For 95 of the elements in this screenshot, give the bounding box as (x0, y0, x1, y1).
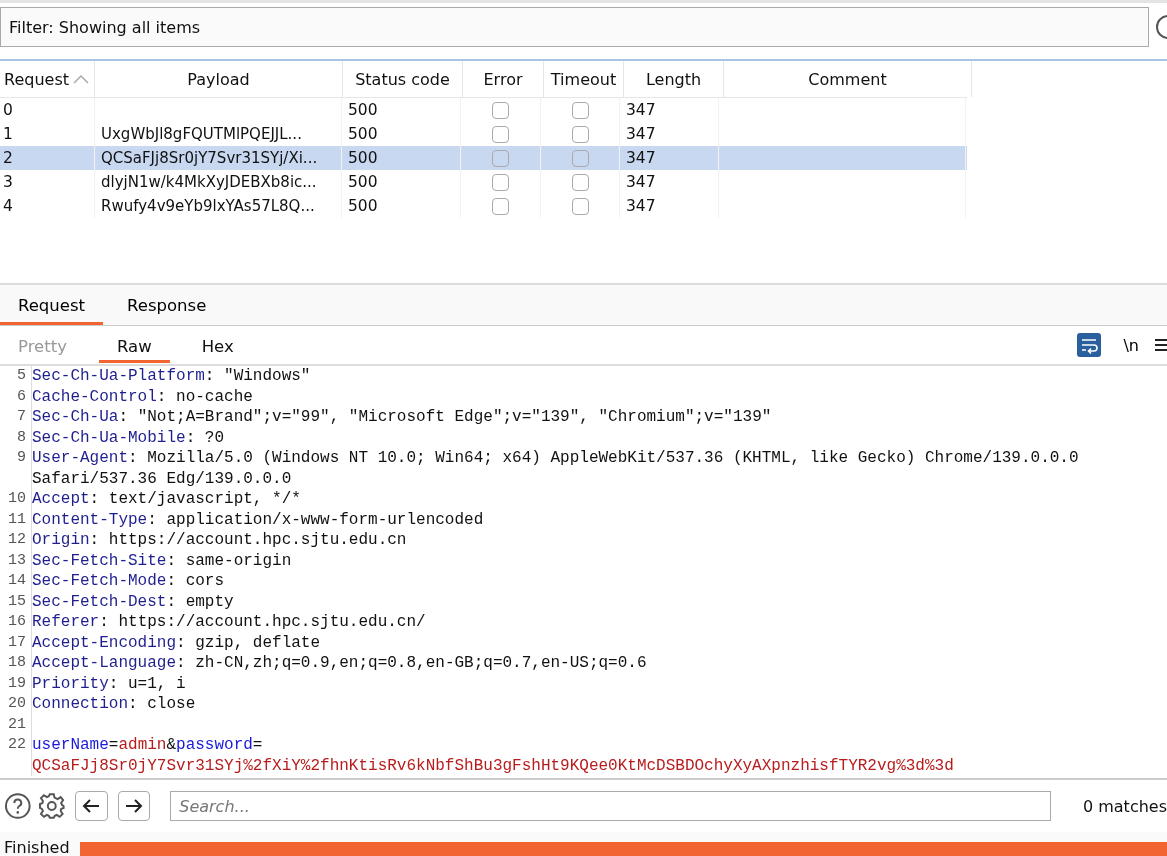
column-header[interactable]: Timeout (544, 61, 624, 97)
table-row[interactable]: 4 Rwufy4v9eYb9lxYAs57L8Q... 500 347 (0, 194, 967, 218)
table-cell: 2 (3, 149, 13, 167)
checkbox[interactable] (492, 197, 509, 215)
table-cell: 347 (626, 149, 656, 167)
line-number: 19 (0, 673, 32, 694)
line-number: 8 (0, 427, 32, 448)
match-count: 0 matches (1082, 796, 1167, 816)
code-line: Sec-Ch-Ua-Mobile: ?0 (32, 427, 225, 448)
table-cell: 500 (348, 149, 378, 167)
table-cell: 500 (348, 125, 378, 143)
code-line: Referer: https://account.hpc.sjtu.edu.cn/ (32, 612, 426, 633)
table-cell: Rwufy4v9eYb9lxYAs57L8Q... (101, 197, 315, 215)
tab[interactable]: Raw (98, 331, 170, 363)
line-number: 13 (0, 550, 32, 571)
table-cell: QCSaFJj8Sr0jY7Svr31SYj/Xi... (101, 149, 318, 167)
arrow-left-icon (82, 798, 101, 814)
table-cell: 347 (626, 197, 656, 215)
table-cell: 1 (3, 125, 13, 143)
code-line: Priority: u=1, i (32, 673, 186, 694)
checkbox[interactable] (571, 173, 589, 191)
line-number: 15 (0, 591, 32, 612)
code-line: Origin: https://account.hpc.sjtu.edu.cn (32, 530, 407, 551)
column-header[interactable]: Comment (724, 61, 972, 97)
table-cell: 500 (348, 101, 378, 119)
column-header[interactable]: Length (624, 61, 724, 97)
code-line: Sec-Fetch-Mode: cors (32, 571, 225, 592)
line-number: 22 (0, 735, 32, 756)
checkbox[interactable] (492, 101, 509, 119)
code-line: Accept: text/javascript, */* (32, 489, 301, 510)
code-line: Cache-Control: no-cache (32, 386, 253, 407)
help-icon[interactable] (1155, 14, 1167, 40)
line-number: 9 (0, 448, 32, 469)
checkbox[interactable] (492, 149, 509, 167)
line-number: 12 (0, 530, 32, 551)
line-number: 7 (0, 407, 32, 428)
filter-field[interactable]: Filter: Showing all items (0, 7, 1149, 47)
column-header[interactable]: Error (463, 61, 544, 97)
checkbox[interactable] (571, 149, 589, 167)
column-header[interactable]: Status code (343, 61, 463, 97)
table-cell: UxgWbJl8gFQUTMlPQEJJL... (101, 125, 302, 143)
code-line: Accept-Encoding: gzip, deflate (32, 632, 321, 653)
column-header[interactable]: Request (0, 61, 95, 97)
line-number: 16 (0, 612, 32, 633)
help-icon[interactable] (4, 792, 32, 820)
search-field[interactable]: Search... (170, 791, 1051, 821)
code-line: Accept-Language: zh-CN,zh;q=0.9,en;q=0.8,en-GB;q=0.7,en-US;q=0.6 (32, 653, 647, 674)
status-text: Finished (4, 840, 70, 856)
table-cell: 3 (3, 173, 13, 191)
table-row[interactable]: 2 QCSaFJj8Sr0jY7Svr31SYj/Xi... 500 347 (0, 146, 967, 170)
code-line: Sec-Fetch-Dest: empty (32, 591, 234, 612)
word-wrap-icon[interactable] (1077, 333, 1102, 357)
forward-button[interactable] (117, 791, 151, 821)
code-line: Sec-Ch-Ua-Platform: "Windows" (32, 366, 311, 387)
arrow-right-icon (124, 798, 143, 814)
code-line: Sec-Ch-Ua: "Not;A=Brand";v="99", "Microsoft Edge";v="139", "Chromium";v="139" (32, 407, 772, 428)
code-line: Safari/537.36 Edg/139.0.0.0 (32, 468, 292, 489)
line-number: 6 (0, 386, 32, 407)
line-number: 21 (0, 714, 32, 735)
menu-icon[interactable] (1155, 337, 1167, 353)
code-line: Connection: close (32, 694, 196, 715)
checkbox[interactable] (492, 173, 509, 191)
line-number: 17 (0, 632, 32, 653)
line-number: 18 (0, 653, 32, 674)
line-number: 10 (0, 489, 32, 510)
code-line: userName=admin&password= (32, 735, 263, 756)
line-number: 11 (0, 509, 32, 530)
line-number: 14 (0, 571, 32, 592)
checkbox[interactable] (571, 125, 589, 143)
table-cell: 347 (626, 173, 656, 191)
tab[interactable]: Request (0, 289, 104, 325)
back-button[interactable] (75, 791, 108, 821)
newline-toggle[interactable]: \n (1117, 334, 1145, 356)
tab[interactable]: Hex (183, 331, 252, 363)
table-row[interactable]: 0 500 347 (0, 98, 967, 122)
table-cell: dlyjN1w/k4MkXyJDEBXb8ic... (101, 173, 317, 191)
table-cell: 500 (348, 173, 378, 191)
table-cell: 347 (626, 101, 656, 119)
line-number: 20 (0, 694, 32, 715)
table-cell: 500 (348, 197, 378, 215)
column-header[interactable]: Payload (95, 61, 343, 97)
table-cell: 4 (3, 197, 13, 215)
table-row[interactable]: 3 dlyjN1w/k4MkXyJDEBXb8ic... 500 347 (0, 170, 967, 194)
checkbox[interactable] (571, 197, 589, 215)
checkbox[interactable] (571, 101, 589, 119)
table-cell: 0 (3, 101, 13, 119)
checkbox[interactable] (492, 125, 509, 143)
tab[interactable]: Response (109, 289, 225, 325)
code-line: Sec-Fetch-Site: same-origin (32, 550, 292, 571)
settings-icon[interactable] (37, 792, 66, 820)
line-number: 5 (0, 366, 32, 387)
table-cell: 347 (626, 125, 656, 143)
code-line: User-Agent: Mozilla/5.0 (Windows NT 10.0; Win64; x64) AppleWebKit/537.36 (KHTML, like Gecko) Chrome/139.0.0.0 (32, 448, 1079, 469)
code-line: Content-Type: application/x-www-form-urlencoded (32, 509, 484, 530)
code-line: QCSaFJj8Sr0jY7Svr31SYj%2fXiY%2fhnKtisRv6kNbfShBu3gFshHt9KQee0KtMcDSBDOchyXyAXpnzhisfTYR2vg%3d%3d (32, 755, 954, 776)
